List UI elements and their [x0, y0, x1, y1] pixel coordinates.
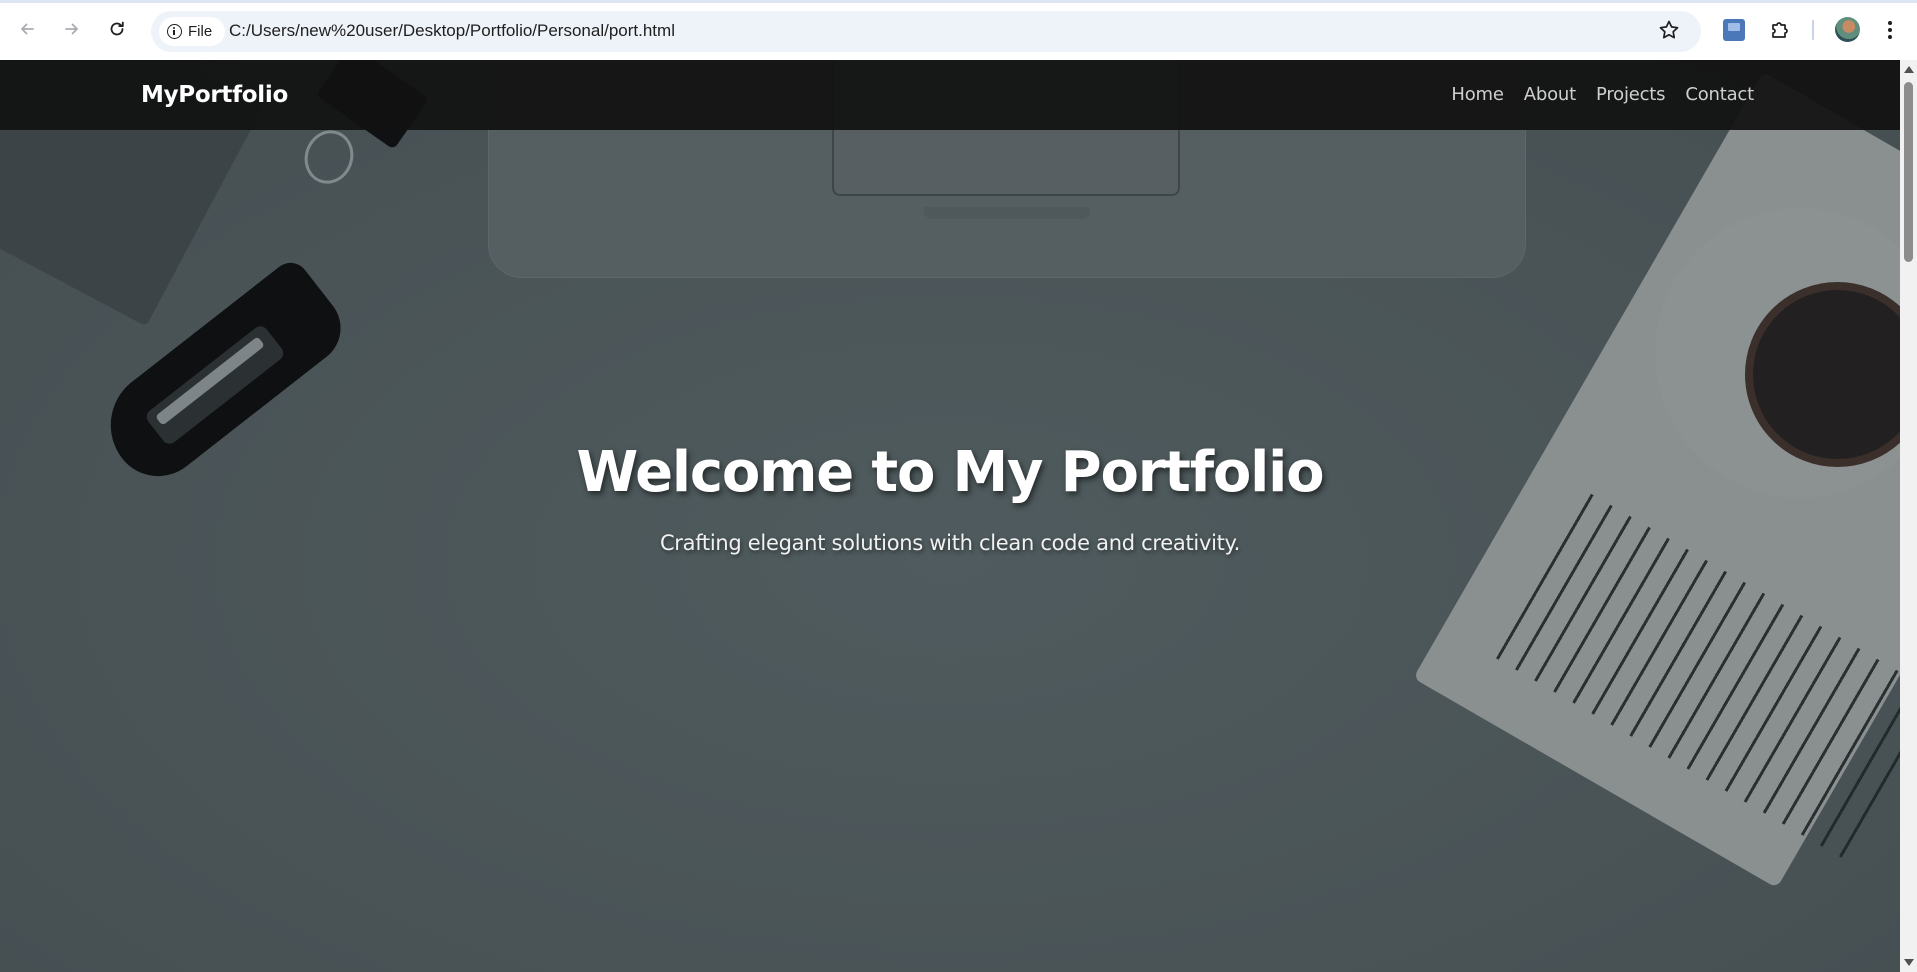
back-button[interactable]: [12, 14, 42, 44]
address-bar[interactable]: File C:/Users/new%20user/Desktop/Portfol…: [151, 11, 1701, 52]
browser-toolbar: File C:/Users/new%20user/Desktop/Portfol…: [0, 0, 1917, 60]
forward-icon: [65, 23, 78, 35]
site-nav-links: Home About Projects Contact: [1451, 84, 1754, 105]
nav-link-contact[interactable]: Contact: [1685, 84, 1754, 105]
scrollbar-thumb[interactable]: [1904, 82, 1913, 262]
nav-link-about[interactable]: About: [1524, 84, 1576, 105]
hero-section: Welcome to My Portfolio Crafting elegant…: [0, 60, 1900, 972]
page-viewport: Welcome to My Portfolio Crafting elegant…: [0, 60, 1900, 972]
extensions-puzzle-icon[interactable]: [1768, 18, 1792, 42]
site-chip-label: File: [188, 23, 213, 40]
tab-strip-edge: [0, 0, 1917, 3]
scroll-up-arrow-icon[interactable]: [1904, 66, 1914, 73]
extension-app-icon[interactable]: [1723, 19, 1745, 41]
background-binder-wire: [297, 123, 361, 191]
site-brand-logo[interactable]: MyPortfolio: [141, 82, 288, 108]
url-text[interactable]: C:/Users/new%20user/Desktop/Portfolio/Pe…: [229, 21, 675, 41]
profile-avatar[interactable]: [1835, 17, 1860, 42]
back-icon: [21, 23, 34, 35]
info-icon: [167, 24, 182, 39]
reload-icon: [110, 21, 124, 36]
hero-title: Welcome to My Portfolio: [576, 440, 1325, 505]
hero-subtitle: Crafting elegant solutions with clean co…: [659, 531, 1241, 555]
nav-link-home[interactable]: Home: [1451, 84, 1504, 105]
page-scrollbar[interactable]: [1900, 60, 1917, 972]
bookmark-star-icon[interactable]: [1657, 18, 1681, 42]
site-info-chip[interactable]: File: [159, 17, 225, 46]
forward-button[interactable]: [57, 14, 87, 44]
more-menu-icon[interactable]: [1882, 18, 1898, 42]
nav-link-projects[interactable]: Projects: [1596, 84, 1666, 105]
scroll-down-arrow-icon[interactable]: [1904, 959, 1914, 966]
hero-text-block: Welcome to My Portfolio Crafting elegant…: [0, 440, 1900, 555]
site-header: MyPortfolio Home About Projects Contact: [0, 60, 1900, 130]
background-laptop-notch: [924, 207, 1090, 219]
reload-button[interactable]: [102, 14, 132, 44]
toolbar-divider: [1812, 20, 1814, 40]
